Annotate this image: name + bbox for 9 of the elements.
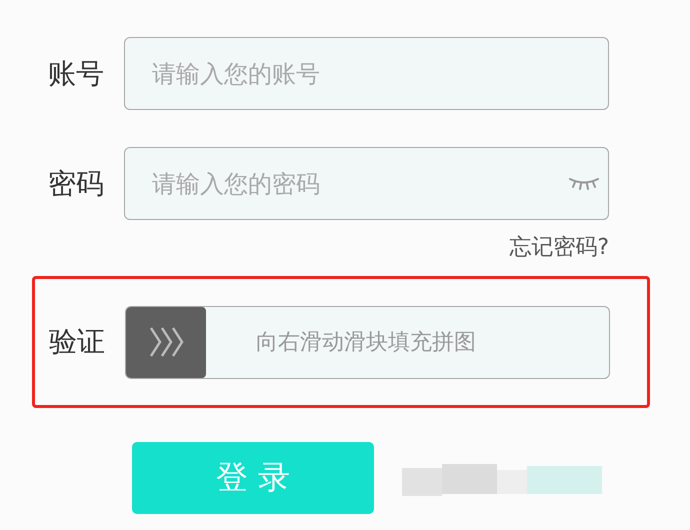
verify-label: 验证 [49, 324, 106, 360]
password-field[interactable]: 请输入您的密码 [124, 147, 609, 220]
account-field[interactable]: 请输入您的账号 [124, 37, 609, 110]
forgot-password-link[interactable]: 忘记密码? [509, 232, 609, 262]
closed-eye-icon[interactable] [568, 176, 600, 190]
slider-hint: 向右滑动滑块填充拼图 [256, 329, 476, 357]
slider-handle[interactable] [126, 306, 206, 378]
password-label: 密码 [48, 166, 105, 202]
account-label: 账号 [48, 56, 105, 92]
